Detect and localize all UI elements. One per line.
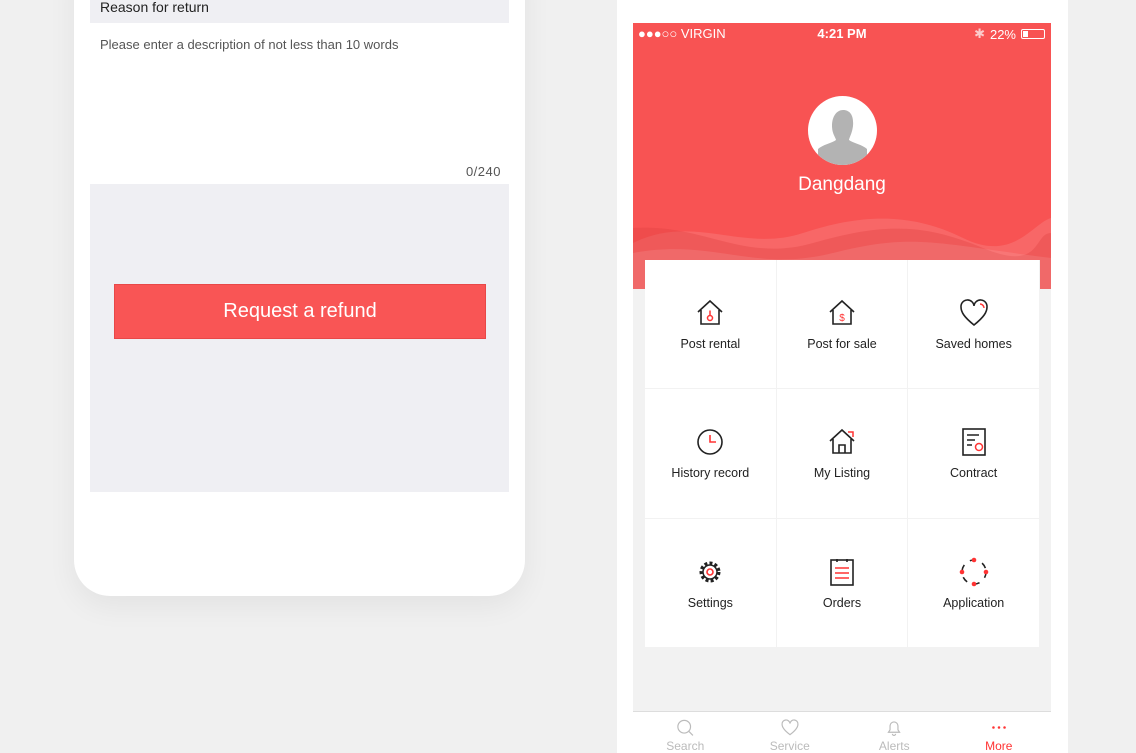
menu-item-orders[interactable]: Orders [776, 518, 909, 648]
menu-item-history-record[interactable]: History record [645, 389, 777, 519]
bell-icon [887, 721, 901, 736]
status-right: ✱ 22% [974, 26, 1045, 42]
menu-item-contract[interactable]: Contract [908, 389, 1040, 519]
tab-label: More [985, 739, 1013, 753]
menu-item-label: Settings [687, 595, 733, 610]
avatar[interactable] [808, 96, 877, 165]
reason-label: Reason for return [90, 0, 509, 23]
profile-screen: ●●●○○ VIRGIN ︎ 4:21 PM ✱22% Dangdang Pos… [633, 23, 1051, 753]
request-refund-button[interactable]: Request a refund [114, 284, 486, 339]
clipboard-list-icon [830, 558, 854, 586]
search-icon [677, 719, 694, 736]
user-silhouette-icon [818, 110, 867, 165]
char-counter: 0/240 [465, 164, 501, 179]
menu-item-label: History record [671, 466, 750, 481]
menu-item-label: Post rental [680, 337, 741, 352]
menu-item-label: Orders [822, 595, 862, 610]
menu-item-label: Saved homes [935, 337, 1012, 352]
tab-alerts[interactable]: Alerts [854, 712, 934, 753]
form-footer: Request a refund [90, 184, 509, 492]
battery-icon [1021, 29, 1045, 39]
battery-percent: 22% [989, 26, 1016, 42]
bluetooth-icon: ✱ [974, 26, 985, 41]
heart-icon [781, 719, 799, 736]
tab-service[interactable]: Service [750, 712, 830, 753]
menu-item-post-for-sale[interactable]: $ Post for sale [776, 260, 909, 390]
svg-text:$: $ [839, 313, 845, 324]
tab-label: Service [769, 739, 810, 753]
gear-icon [699, 561, 721, 583]
description-textarea[interactable]: Please enter a description of not less t… [90, 23, 509, 184]
menu-item-saved-homes[interactable]: Saved homes [908, 260, 1040, 390]
menu-item-label: Application [943, 595, 1005, 610]
menu-item-label: Post for sale [807, 337, 877, 352]
menu-item-my-listing[interactable]: My Listing [776, 389, 909, 519]
tab-label: Search [666, 739, 705, 753]
description-placeholder: Please enter a description of not less t… [100, 37, 399, 52]
menu-item-post-rental[interactable]: Post rental [645, 260, 777, 390]
contract-icon [961, 428, 986, 457]
clock-icon [697, 429, 724, 456]
tab-label: Alerts [878, 739, 910, 753]
house-dollar-icon: $ [829, 300, 855, 325]
circle-dots-icon [959, 557, 988, 587]
menu-item-label: My Listing [813, 466, 871, 481]
house-arrow-icon [829, 429, 855, 455]
tab-more[interactable]: More [959, 712, 1039, 753]
status-bar: ●●●○○ VIRGIN ︎ 4:21 PM ✱22% [633, 23, 1051, 43]
house-key-icon [697, 300, 723, 325]
menu-item-application[interactable]: Application [908, 518, 1040, 648]
tab-bar: Search Service Alerts More [633, 711, 1051, 753]
more-dots-icon [991, 726, 1006, 729]
heart-icon [959, 299, 988, 327]
username: Dangdang [798, 174, 886, 195]
menu-item-settings[interactable]: Settings [645, 518, 777, 648]
profile-header: ●●●○○ VIRGIN ︎ 4:21 PM ✱22% Dangdang [633, 23, 1051, 289]
tab-search[interactable]: Search [645, 712, 725, 753]
menu-item-label: Contract [950, 466, 998, 481]
menu-grid: Post rental $ Post for sale Saved homes Hist… [645, 260, 1040, 648]
